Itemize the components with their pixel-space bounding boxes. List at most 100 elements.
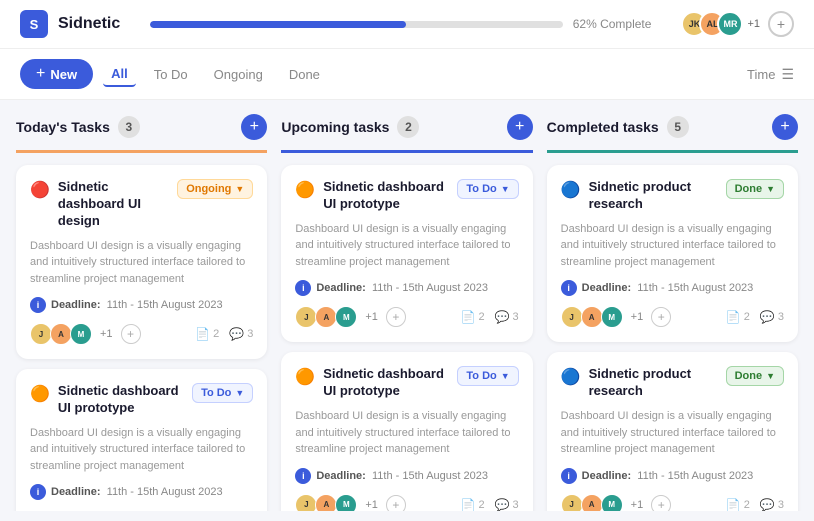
tab-all[interactable]: All (103, 62, 136, 87)
deadline-text: Deadline: 11th - 15th August 2023 (51, 486, 223, 498)
column-upcoming-header: Upcoming tasks 2 + (281, 114, 532, 153)
col-today-add-button[interactable]: + (241, 114, 267, 140)
footer-avatar-1: J (30, 510, 52, 511)
tab-done[interactable]: Done (281, 63, 328, 86)
status-badge-todo[interactable]: To Do ▼ (457, 366, 518, 386)
comment-icon: 💬 (495, 310, 510, 324)
comment-number: 3 (778, 311, 784, 323)
comment-count: 💬 3 (495, 310, 519, 324)
card-completed-2-title: Sidnetic product research (589, 366, 720, 400)
footer-avatar-2: A (581, 494, 603, 511)
card-completed-1-deadline: i Deadline: 11th - 15th August 2023 (561, 280, 784, 296)
footer-add-member-button[interactable]: + (121, 324, 141, 344)
add-member-button[interactable]: + (768, 11, 794, 37)
column-upcoming: Upcoming tasks 2 + 🟠 Sidnetic dashboard … (281, 114, 532, 497)
footer-add-member-button[interactable]: + (386, 495, 406, 511)
status-label: Ongoing (186, 183, 231, 195)
comment-count: 💬 3 (760, 498, 784, 511)
card-completed-1-title-row: 🔵 Sidnetic product research (561, 179, 720, 213)
card-upcoming-1-title-row: 🟠 Sidnetic dashboard UI prototype (295, 179, 451, 213)
footer-avatar-count: +1 (365, 311, 378, 323)
deadline-icon: i (30, 297, 46, 313)
progress-bar-background (150, 21, 563, 28)
footer-avatar-2: A (50, 323, 72, 345)
footer-avatar-2: A (315, 494, 337, 511)
avatar-3: MR (717, 11, 743, 37)
status-label: To Do (201, 387, 231, 399)
col-upcoming-title: Upcoming tasks (281, 119, 389, 135)
deadline-text: Deadline: 11th - 15th August 2023 (51, 299, 223, 311)
toolbar-right: Time ☰ (747, 66, 794, 83)
deadline-date: 11th - 15th August 2023 (372, 470, 488, 482)
footer-avatars: J A M +1 + (295, 306, 406, 328)
columns-container: Today's Tasks 3 + 🔴 Sidnetic dashboard U… (0, 100, 814, 511)
footer-avatar-3: M (335, 494, 357, 511)
sort-icon[interactable]: ☰ (781, 66, 794, 83)
footer-avatar-1: J (295, 494, 317, 511)
task-icon-ongoing: 🔴 (30, 180, 50, 200)
card-completed-2-desc: Dashboard UI design is a visually engagi… (561, 408, 784, 458)
status-badge-todo[interactable]: To Do ▼ (192, 383, 253, 403)
attachment-number: 2 (213, 328, 219, 340)
tab-ongoing[interactable]: Ongoing (206, 63, 271, 86)
card-today-2-title: Sidnetic dashboard UI prototype (58, 383, 186, 417)
col-upcoming-add-button[interactable]: + (507, 114, 533, 140)
progress-label: 62% Complete (573, 17, 652, 31)
card-today-1-header: 🔴 Sidnetic dashboard UI design Ongoing ▼ (30, 179, 253, 230)
status-badge-done[interactable]: Done ▼ (726, 179, 784, 199)
footer-avatar-count: +1 (100, 328, 113, 340)
footer-avatar-count: +1 (631, 311, 644, 323)
comment-number: 3 (778, 499, 784, 511)
footer-meta: 📄 2 💬 3 (195, 327, 253, 341)
card-today-1-title-row: 🔴 Sidnetic dashboard UI design (30, 179, 171, 230)
footer-add-member-button[interactable]: + (651, 495, 671, 511)
status-label: To Do (466, 370, 496, 382)
card-upcoming-1-title: Sidnetic dashboard UI prototype (323, 179, 451, 213)
col-today-header-left: Today's Tasks 3 (16, 116, 140, 138)
deadline-icon: i (561, 280, 577, 296)
footer-avatars: J A M +1 + (30, 323, 141, 345)
logo-icon: S (20, 10, 48, 38)
col-completed-add-button[interactable]: + (772, 114, 798, 140)
footer-add-member-button[interactable]: + (386, 307, 406, 327)
card-upcoming-2-desc: Dashboard UI design is a visually engagi… (295, 408, 518, 458)
card-upcoming-2-footer: J A M +1 + 📄 2 💬 3 (295, 494, 518, 511)
comment-number: 3 (247, 328, 253, 340)
plus-icon: + (36, 65, 45, 83)
status-badge-ongoing[interactable]: Ongoing ▼ (177, 179, 253, 199)
comment-count: 💬 3 (760, 310, 784, 324)
footer-add-member-button[interactable]: + (651, 307, 671, 327)
new-button-label: New (50, 67, 77, 82)
deadline-icon: i (30, 484, 46, 500)
badge-dropdown-icon: ▼ (501, 371, 510, 381)
footer-avatar-1: J (295, 306, 317, 328)
card-upcoming-1-desc: Dashboard UI design is a visually engagi… (295, 221, 518, 271)
tab-todo[interactable]: To Do (146, 63, 196, 86)
col-upcoming-header-left: Upcoming tasks 2 (281, 116, 419, 138)
footer-meta: 📄 2 💬 3 (461, 310, 519, 324)
card-completed-1-header: 🔵 Sidnetic product research Done ▼ (561, 179, 784, 213)
avatar-count: +1 (747, 18, 760, 30)
deadline-text: Deadline: 11th - 15th August 2023 (316, 470, 488, 482)
status-badge-done[interactable]: Done ▼ (726, 366, 784, 386)
deadline-prefix: Deadline: (316, 282, 366, 294)
status-label: Done (735, 370, 763, 382)
attachment-icon: 📄 (726, 498, 741, 511)
status-badge-todo[interactable]: To Do ▼ (457, 179, 518, 199)
toolbar-left: + New All To Do Ongoing Done (20, 59, 328, 89)
status-label: Done (735, 183, 763, 195)
footer-avatars: J A M +1 + (561, 306, 672, 328)
task-icon-todo: 🟠 (30, 384, 50, 404)
card-upcoming-2: 🟠 Sidnetic dashboard UI prototype To Do … (281, 352, 532, 511)
footer-avatar-3: M (601, 306, 623, 328)
new-task-button[interactable]: + New (20, 59, 93, 89)
col-completed-title: Completed tasks (547, 119, 659, 135)
deadline-prefix: Deadline: (582, 282, 632, 294)
attachment-icon: 📄 (726, 310, 741, 324)
comment-icon: 💬 (495, 498, 510, 511)
card-completed-2-header: 🔵 Sidnetic product research Done ▼ (561, 366, 784, 400)
deadline-text: Deadline: 11th - 15th August 2023 (582, 470, 754, 482)
attachment-count: 📄 2 (726, 498, 750, 511)
col-upcoming-count: 2 (397, 116, 419, 138)
column-today-header: Today's Tasks 3 + (16, 114, 267, 153)
